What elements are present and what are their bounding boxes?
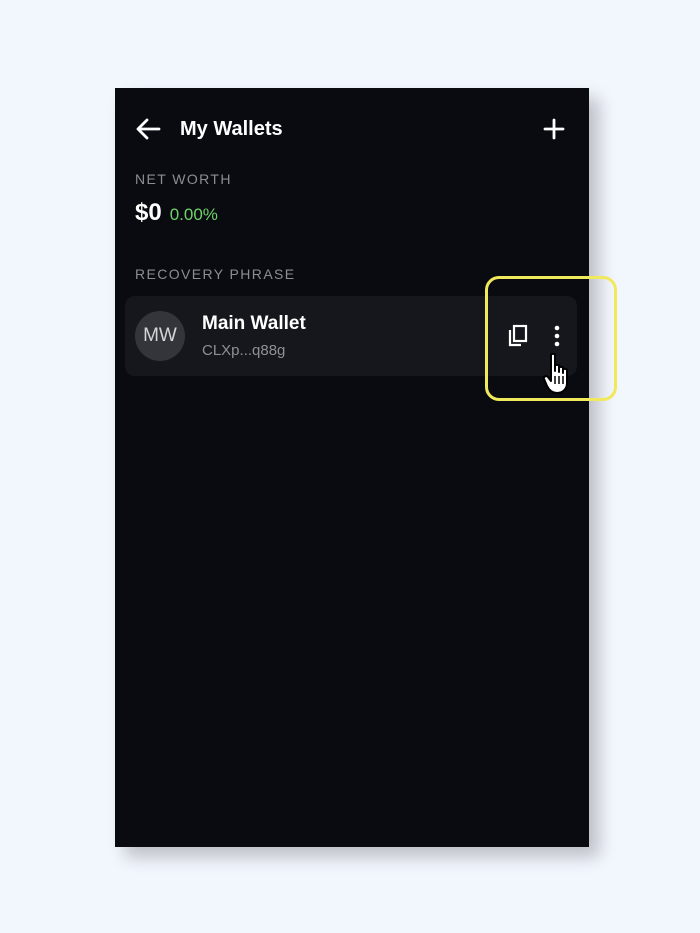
net-worth-label: NET WORTH [135, 171, 232, 187]
wallet-address: CLXp...q88g [202, 342, 286, 359]
net-worth-summary: $0 0.00% [135, 198, 218, 228]
more-vertical-icon [554, 325, 560, 347]
wallet-name: Main Wallet [202, 313, 306, 334]
page-title: My Wallets [180, 118, 283, 140]
more-options-button[interactable] [550, 323, 564, 349]
wallets-panel: My Wallets NET WORTH $0 0.00% RECOVERY P… [115, 88, 589, 847]
wallet-item-main-wallet[interactable]: MW Main Wallet CLXp...q88g [125, 296, 577, 376]
plus-icon [543, 118, 565, 140]
copy-address-button[interactable] [506, 323, 530, 349]
copy-icon [508, 324, 528, 347]
net-worth-value: $0 [135, 199, 162, 226]
back-button[interactable] [133, 115, 163, 143]
avatar: MW [135, 311, 185, 361]
add-wallet-button[interactable] [541, 116, 567, 142]
recovery-phrase-label: RECOVERY PHRASE [135, 266, 296, 282]
arrow-left-icon [136, 118, 161, 140]
header: My Wallets [115, 88, 589, 170]
net-worth-change: 0.00% [169, 205, 218, 224]
